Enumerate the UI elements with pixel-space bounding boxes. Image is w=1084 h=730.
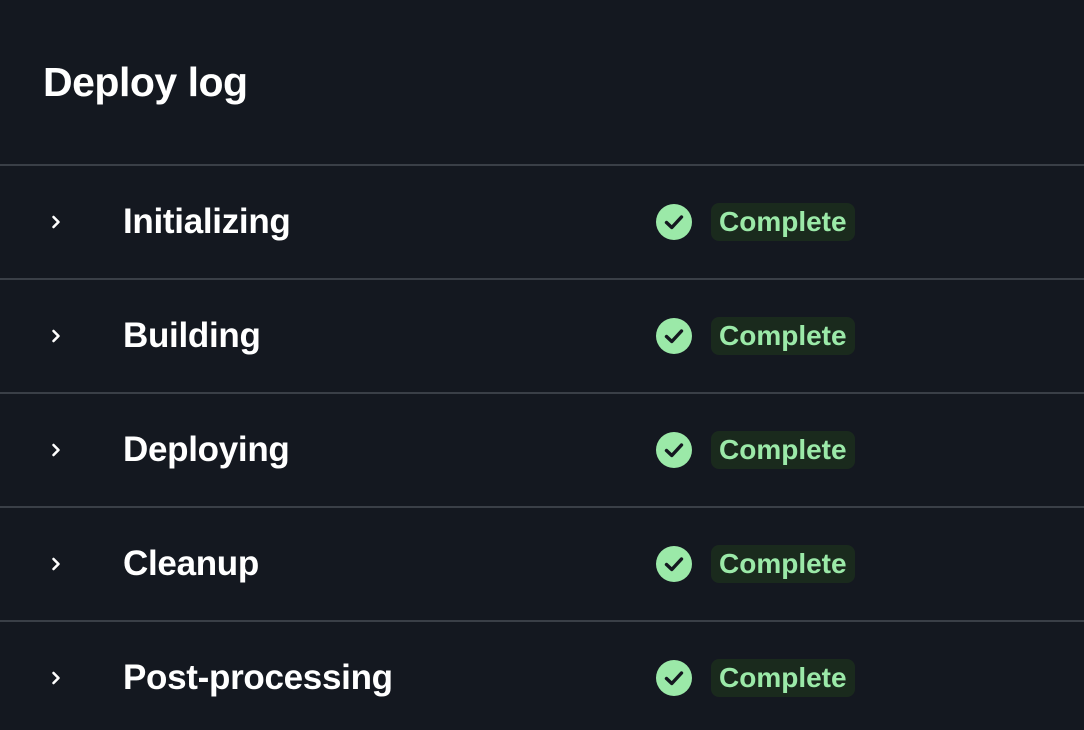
check-circle-icon <box>656 318 692 354</box>
step-label: Cleanup <box>123 544 259 583</box>
step-status: Complete <box>656 431 855 469</box>
deploy-log-panel: Deploy log Initializing Complete Buildin… <box>0 0 1084 730</box>
page-title: Deploy log <box>43 59 248 105</box>
step-status: Complete <box>656 659 855 697</box>
check-circle-icon <box>656 204 692 240</box>
status-badge: Complete <box>711 203 855 241</box>
panel-header: Deploy log <box>0 0 1084 164</box>
status-badge: Complete <box>711 431 855 469</box>
status-badge: Complete <box>711 659 855 697</box>
status-badge: Complete <box>711 545 855 583</box>
step-row-deploying[interactable]: Deploying Complete <box>0 394 1084 508</box>
check-circle-icon <box>656 546 692 582</box>
chevron-right-icon[interactable] <box>47 213 65 231</box>
chevron-right-icon[interactable] <box>47 555 65 573</box>
check-circle-icon <box>656 432 692 468</box>
chevron-right-icon[interactable] <box>47 669 65 687</box>
step-status: Complete <box>656 545 855 583</box>
step-status: Complete <box>656 203 855 241</box>
chevron-right-icon[interactable] <box>47 327 65 345</box>
step-row-building[interactable]: Building Complete <box>0 280 1084 394</box>
status-badge: Complete <box>711 317 855 355</box>
step-row-post-processing[interactable]: Post-processing Complete <box>0 622 1084 730</box>
step-list: Initializing Complete Building Complete … <box>0 164 1084 730</box>
step-row-initializing[interactable]: Initializing Complete <box>0 166 1084 280</box>
step-label: Initializing <box>123 202 291 241</box>
step-label: Deploying <box>123 430 290 469</box>
check-circle-icon <box>656 660 692 696</box>
step-row-cleanup[interactable]: Cleanup Complete <box>0 508 1084 622</box>
step-status: Complete <box>656 317 855 355</box>
step-label: Post-processing <box>123 658 393 697</box>
step-label: Building <box>123 316 261 355</box>
chevron-right-icon[interactable] <box>47 441 65 459</box>
